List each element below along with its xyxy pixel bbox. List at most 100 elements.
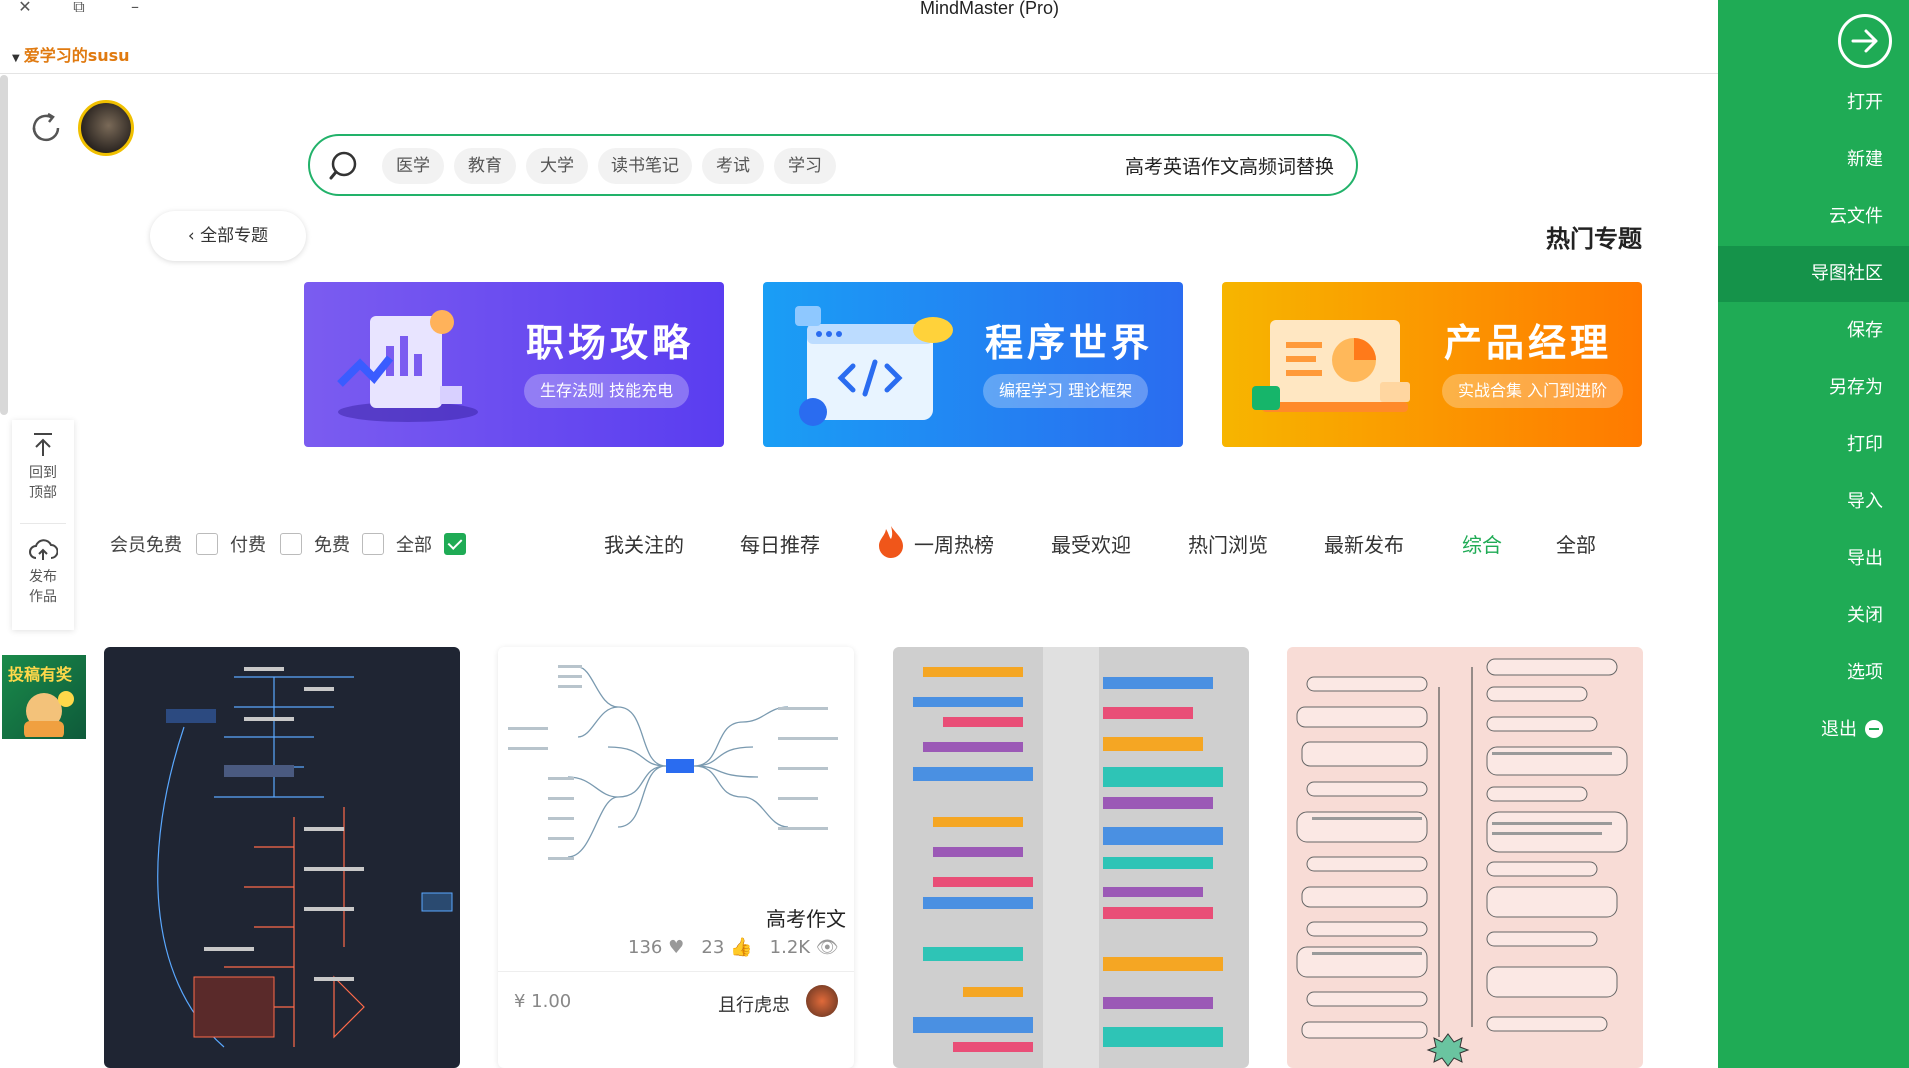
tab-weekly-hot[interactable]: 一周热榜 — [914, 529, 994, 558]
banner-title: 职场攻略 — [526, 321, 695, 365]
sidebar-item-save-as[interactable]: 另存为 — [1718, 360, 1909, 416]
all-label: 全部 — [396, 535, 432, 556]
tab-hot-views[interactable]: 热门浏览 — [1188, 529, 1268, 558]
member-free-label: 会员免费 — [110, 535, 182, 556]
search-bar[interactable]: 医学 教育 大学 读书笔记 考试 学习 高考英语作文高频词替换 — [308, 134, 1358, 196]
scrollbar[interactable] — [0, 75, 8, 415]
template-card[interactable] — [104, 647, 460, 1068]
tab-comprehensive[interactable]: 综合 — [1462, 529, 1502, 558]
likes-count: 23 — [701, 937, 725, 958]
banner-programming[interactable]: 程序世界 编程学习 理论框架 — [763, 282, 1183, 447]
back-to-top-button[interactable]: 回到 顶部 — [12, 432, 74, 502]
divider — [20, 523, 66, 524]
account-dropdown[interactable]: ▼ 爱学习的susu — [12, 42, 130, 66]
sidebar-item-new[interactable]: 新建 — [1718, 132, 1909, 188]
card-stats: 136 ♥ 23 👍 1.2K 👁 — [628, 937, 839, 958]
author-avatar[interactable] — [806, 985, 838, 1017]
search-tag[interactable]: 大学 — [526, 148, 588, 184]
all-topics-button[interactable]: ‹ 全部专题 — [150, 211, 306, 261]
search-input[interactable]: 高考英语作文高频词替换 — [1125, 152, 1334, 179]
section-title: 热门专题 — [1546, 225, 1642, 253]
arrow-up-icon — [34, 433, 52, 456]
minimize-icon[interactable]: – — [122, 0, 148, 20]
template-card[interactable] — [893, 647, 1249, 1068]
tab-following[interactable]: 我关注的 — [604, 529, 684, 558]
flame-icon — [879, 526, 903, 558]
mindmap-thumbnail — [1296, 658, 1628, 1067]
caret-down-icon: ▼ — [12, 53, 20, 64]
pm-dashboard-icon — [1252, 320, 1410, 412]
mindmap-thumbnail — [157, 667, 453, 1048]
code-window-icon — [795, 306, 953, 426]
free-checkbox[interactable] — [362, 533, 384, 555]
mindmap-thumbnail — [508, 665, 838, 860]
card-price: ¥ 1.00 — [514, 991, 572, 1012]
sidebar-item-open[interactable]: 打开 — [1718, 75, 1909, 131]
float-toolbar: 回到 顶部 发布 作品 — [12, 420, 74, 630]
favorites-count: 136 — [628, 937, 663, 958]
paid-label: 付费 — [230, 535, 266, 556]
publish-line2: 作品 — [29, 589, 57, 605]
sidebar-item-close[interactable]: 关闭 — [1718, 588, 1909, 644]
promo-text: 投稿有奖 — [8, 665, 73, 684]
tab-all[interactable]: 全部 — [1556, 529, 1596, 558]
sidebar-item-exit-label: 退出 — [1821, 719, 1857, 740]
search-tag[interactable]: 学习 — [774, 148, 836, 184]
template-card[interactable]: 高考作文 136 ♥ 23 👍 1.2K 👁 ¥ 1.00 且行虎忠 — [498, 647, 854, 1068]
promo-banner[interactable]: 投稿有奖 — [2, 655, 86, 739]
tab-daily-recommend[interactable]: 每日推荐 — [740, 529, 820, 558]
back-arrow-icon[interactable] — [1838, 14, 1892, 68]
search-tag[interactable]: 教育 — [454, 148, 516, 184]
eye-icon: 👁 — [815, 937, 839, 958]
account-name: 爱学习的susu — [23, 46, 130, 65]
divider — [498, 971, 854, 972]
exit-icon — [1865, 720, 1883, 738]
close-icon[interactable]: ✕ — [12, 0, 38, 20]
mindmap-thumbnail — [913, 647, 1223, 1068]
free-label: 免费 — [314, 535, 350, 556]
search-tag[interactable]: 考试 — [702, 148, 764, 184]
tab-latest[interactable]: 最新发布 — [1324, 529, 1404, 558]
sidebar-item-import[interactable]: 导入 — [1718, 474, 1909, 530]
sidebar-item-exit[interactable]: 退出 — [1718, 702, 1909, 758]
search-tag[interactable]: 医学 — [382, 148, 444, 184]
restore-icon[interactable]: ⧉ — [66, 0, 92, 20]
all-topics-label: 全部专题 — [200, 226, 269, 246]
card-author[interactable]: 且行虎忠 — [718, 991, 790, 1017]
header-divider — [0, 73, 1718, 74]
sidebar-item-print[interactable]: 打印 — [1718, 417, 1909, 473]
back-to-top-line2: 顶部 — [29, 485, 57, 501]
window-title: MindMaster (Pro) — [920, 0, 1060, 18]
publish-line1: 发布 — [29, 569, 57, 585]
sidebar-item-export[interactable]: 导出 — [1718, 531, 1909, 587]
sidebar-item-cloud[interactable]: 云文件 — [1718, 189, 1909, 245]
search-icon[interactable] — [328, 149, 362, 183]
banner-subtitle: 实战合集 入门到进阶 — [1442, 374, 1624, 408]
tab-most-popular[interactable]: 最受欢迎 — [1051, 529, 1131, 558]
sidebar-item-options[interactable]: 选项 — [1718, 645, 1909, 701]
back-to-top-line1: 回到 — [29, 465, 57, 481]
cloud-upload-icon — [29, 539, 59, 560]
card-title: 高考作文 — [766, 907, 846, 931]
publish-button[interactable]: 发布 作品 — [12, 538, 74, 606]
refresh-icon[interactable] — [26, 108, 66, 148]
banner-workplace[interactable]: 职场攻略 生存法则 技能充电 — [304, 282, 724, 447]
thumbs-up-icon: 👍 — [730, 937, 753, 958]
search-tag[interactable]: 读书笔记 — [598, 148, 692, 184]
banner-title: 程序世界 — [985, 321, 1154, 365]
banner-product-manager[interactable]: 产品经理 实战合集 入门到进阶 — [1222, 282, 1642, 447]
report-illustration-icon — [337, 310, 478, 422]
banner-subtitle: 编程学习 理论框架 — [983, 374, 1149, 408]
views-count: 1.2K — [769, 937, 811, 958]
chevron-left-icon: ‹ — [187, 226, 201, 246]
template-card[interactable] — [1287, 647, 1643, 1068]
sidebar-item-save[interactable]: 保存 — [1718, 303, 1909, 359]
member-free-checkbox[interactable] — [196, 533, 218, 555]
sidebar-item-community[interactable]: 导图社区 — [1718, 246, 1909, 302]
heart-icon: ♥ — [668, 937, 685, 958]
avatar[interactable] — [78, 100, 134, 156]
banner-title: 产品经理 — [1444, 321, 1613, 365]
paid-checkbox[interactable] — [280, 533, 302, 555]
promo-character-icon — [24, 691, 74, 737]
all-checkbox[interactable] — [444, 533, 466, 555]
